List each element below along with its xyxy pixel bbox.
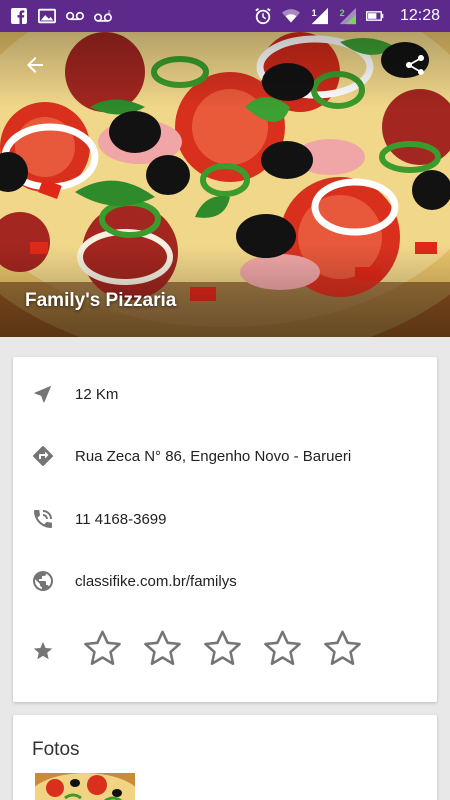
distance-text: 12 Km (75, 385, 119, 403)
website-row[interactable]: classifike.com.br/familys (13, 561, 437, 601)
phone-row[interactable]: 11 4168-3699 (13, 499, 437, 539)
address-text: Rua Zeca N° 86, Engenho Novo - Barueri (75, 447, 352, 465)
directions-icon (31, 444, 55, 468)
image-icon (38, 7, 56, 25)
star-filled-icon (31, 639, 55, 663)
voicemail-icon (66, 7, 84, 25)
battery-icon (365, 7, 384, 25)
hero-image: Family's Pizzaria (0, 32, 450, 337)
back-button[interactable] (18, 50, 52, 84)
voicemail-2-icon: 2 (94, 7, 112, 25)
arrow-back-icon (23, 53, 47, 82)
rating-stars (79, 625, 366, 672)
globe-icon (31, 569, 55, 593)
star-outline-icon[interactable] (139, 625, 186, 672)
signal-1-icon: 1 (310, 7, 328, 25)
phone-text: 11 4168-3699 (75, 510, 167, 528)
star-outline-icon[interactable] (319, 625, 366, 672)
photos-title: Fotos (32, 739, 80, 760)
photos-card: Fotos (13, 715, 437, 800)
distance-row: 12 Km (13, 374, 437, 414)
star-outline-icon[interactable] (199, 625, 246, 672)
rating-row (13, 625, 437, 675)
alarm-icon (254, 7, 272, 25)
website-link[interactable]: classifike.com.br/familys (75, 573, 237, 590)
signal-2-icon: 2 (338, 7, 356, 25)
status-time: 12:28 (399, 7, 440, 24)
phone-in-talk-icon (31, 507, 55, 531)
share-button[interactable] (398, 50, 432, 84)
photo-thumbnail[interactable] (35, 773, 135, 800)
facebook-icon (10, 7, 28, 25)
svg-text:2: 2 (108, 10, 111, 16)
wifi-icon (281, 7, 300, 25)
sim2-label: 2 (340, 8, 345, 18)
star-outline-icon[interactable] (79, 625, 126, 672)
page-title: Family's Pizzaria (25, 290, 177, 311)
navigation-icon (31, 382, 55, 406)
sim1-label: 1 (312, 8, 317, 18)
share-icon (403, 53, 427, 82)
address-row[interactable]: Rua Zeca N° 86, Engenho Novo - Barueri (13, 436, 437, 476)
star-outline-icon[interactable] (259, 625, 306, 672)
status-bar: 2 1 2 12:28 (0, 0, 450, 32)
details-card: 12 Km Rua Zeca N° 86, Engenho Novo - Bar… (13, 357, 437, 702)
